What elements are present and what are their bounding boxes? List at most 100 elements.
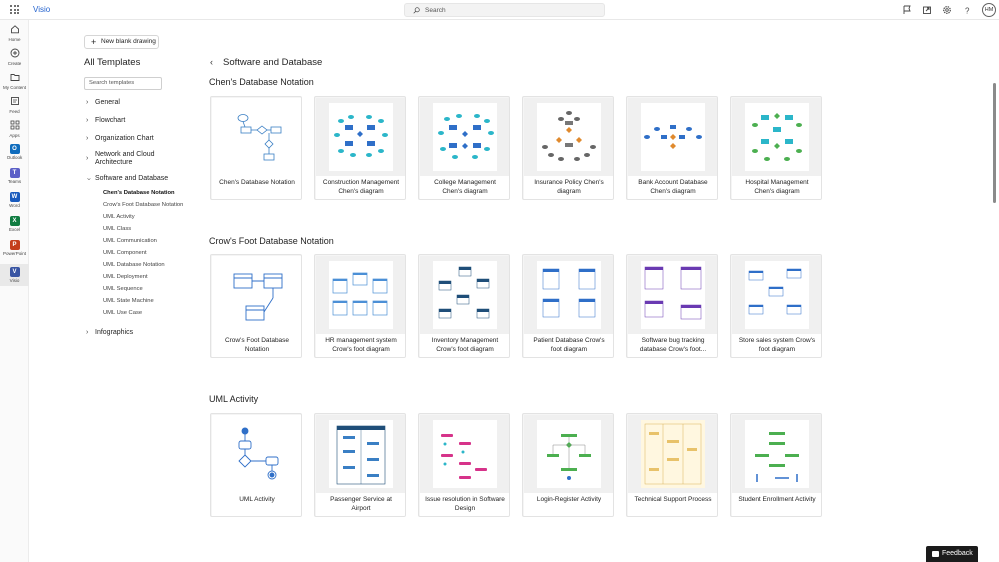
subcategory-chens[interactable]: Chen's Database Notation xyxy=(103,190,175,196)
template-card[interactable]: Construction Management Chen's diagram xyxy=(314,96,406,200)
template-card[interactable]: Hospital Management Chen's diagram xyxy=(730,96,822,200)
section-title: Chen's Database Notation xyxy=(209,77,314,87)
rail-powerpoint[interactable]: P PowerPoint xyxy=(0,240,29,256)
template-thumbnail xyxy=(316,98,405,176)
rail-label: Create xyxy=(7,61,22,66)
subcategory-uml-sequence[interactable]: UML Sequence xyxy=(103,286,143,292)
subcategory-uml-state-machine[interactable]: UML State Machine xyxy=(103,298,154,304)
rail-my-content[interactable]: My Content xyxy=(0,72,29,90)
template-label: Hospital Management Chen's diagram xyxy=(732,176,821,199)
category-label: Infographics xyxy=(95,329,134,336)
search-templates-input[interactable]: Search templates xyxy=(84,77,162,90)
template-label-line1: Passenger Service at xyxy=(330,496,392,503)
bug-tracking-crows-foot-diagram xyxy=(644,266,702,320)
subcategory-uml-activity[interactable]: UML Activity xyxy=(103,214,135,220)
rail-apps[interactable]: Apps xyxy=(0,120,29,138)
rail-visio[interactable]: V Visio xyxy=(0,264,29,286)
feedback-icon xyxy=(932,551,939,557)
powerpoint-icon: P xyxy=(9,240,20,250)
template-label: Software bug tracking database Crow's foo… xyxy=(628,334,717,357)
section-title: UML Activity xyxy=(209,394,259,404)
college-chen-diagram xyxy=(438,114,494,159)
rail-label: Excel xyxy=(8,227,20,232)
template-label-line1: Insurance Policy Chen's xyxy=(534,179,604,186)
template-label-line1: Login-Register Activity xyxy=(536,496,602,503)
template-label-line1: Hospital Management xyxy=(745,179,809,186)
template-card[interactable]: Technical Support Process xyxy=(626,413,718,517)
rail-label: Home xyxy=(8,37,21,42)
rail-teams[interactable]: T Teams xyxy=(0,168,29,184)
plus-icon: + xyxy=(91,37,97,47)
template-card[interactable]: UML Activity xyxy=(210,413,302,517)
search-icon xyxy=(413,7,420,14)
template-label-line1: Technical Support Process xyxy=(634,496,712,503)
rail-create[interactable]: Create xyxy=(0,48,29,66)
rail-feed[interactable]: Feed xyxy=(0,96,29,114)
scrollbar-thumb[interactable] xyxy=(993,83,996,203)
template-card[interactable]: Login-Register Activity xyxy=(522,413,614,517)
rail-excel[interactable]: X Excel xyxy=(0,216,29,232)
template-label-line1: Issue resolution in Software xyxy=(425,496,505,503)
template-card[interactable]: Patient Database Crow's foot diagram xyxy=(522,254,614,358)
section-title: Crow's Foot Database Notation xyxy=(209,236,334,246)
template-card[interactable]: Inventory Management Crow's foot diagram xyxy=(418,254,510,358)
word-icon: W xyxy=(9,192,20,202)
uml-activity-diagram xyxy=(238,427,279,480)
app-name[interactable]: Visio xyxy=(33,5,50,14)
template-label-line1: UML Activity xyxy=(239,496,275,503)
app-launcher-icon[interactable] xyxy=(10,5,19,14)
rail-home[interactable]: Home xyxy=(0,24,29,42)
help-icon[interactable]: ? xyxy=(962,5,972,16)
template-label-line2: diagram xyxy=(557,187,581,195)
template-label-line2: Chen's diagram xyxy=(754,187,800,195)
template-card[interactable]: Insurance Policy Chen's diagram xyxy=(522,96,614,200)
template-card[interactable]: Bank Account Database Chen's diagram xyxy=(626,96,718,200)
subcategory-uml-database[interactable]: UML Database Notation xyxy=(103,262,165,268)
template-label: Crow's Foot Database Notation xyxy=(212,334,301,357)
template-card[interactable]: Crow's Foot Database Notation xyxy=(210,254,302,358)
rail-outlook[interactable]: O Outlook xyxy=(0,144,29,160)
subcategory-crows-foot[interactable]: Crow's Foot Database Notation xyxy=(103,202,183,208)
template-card[interactable]: Issue resolution in Software Design xyxy=(418,413,510,517)
template-card[interactable]: Passenger Service at Airport xyxy=(314,413,406,517)
template-card[interactable]: College Management Chen's diagram xyxy=(418,96,510,200)
template-label-line1: Student Enrollment Activity xyxy=(738,496,816,503)
feedback-button[interactable]: Feedback xyxy=(926,546,978,562)
page-title: Software and Database xyxy=(223,57,323,68)
top-bar: Visio Search ? HM xyxy=(0,0,999,20)
hr-crows-foot-diagram xyxy=(332,272,388,316)
subcategory-uml-deployment[interactable]: UML Deployment xyxy=(103,274,148,280)
subcategory-uml-use-case[interactable]: UML Use Case xyxy=(103,310,142,316)
template-label: Store sales system Crow's foot diagram xyxy=(732,334,821,357)
new-blank-drawing-button[interactable]: + New blank drawing xyxy=(84,35,159,49)
scrollbar[interactable] xyxy=(992,75,997,515)
subcategory-uml-communication[interactable]: UML Communication xyxy=(103,238,157,244)
template-label: Technical Support Process xyxy=(628,493,717,516)
category-label: Network and Cloud xyxy=(95,151,155,158)
folder-icon xyxy=(10,74,19,81)
share-icon[interactable] xyxy=(922,5,932,15)
rail-label: Word xyxy=(9,203,20,208)
rail-word[interactable]: W Word xyxy=(0,192,29,208)
category-label-line2: Architecture xyxy=(95,159,133,166)
template-card[interactable]: Software bug tracking database Crow's foo… xyxy=(626,254,718,358)
flag-icon[interactable] xyxy=(902,5,912,15)
rail-label: Visio xyxy=(9,278,20,283)
template-card[interactable]: HR management system Crow's foot diagram xyxy=(314,254,406,358)
avatar[interactable]: HM xyxy=(982,3,996,17)
search-box[interactable]: Search xyxy=(404,3,605,17)
back-chevron-icon[interactable]: ‹ xyxy=(210,57,213,67)
template-label: Student Enrollment Activity xyxy=(732,493,821,516)
template-card[interactable]: Chen's Database Notation xyxy=(210,96,302,200)
home-icon xyxy=(10,25,19,34)
template-card[interactable]: Store sales system Crow's foot diagram xyxy=(730,254,822,358)
subcategory-uml-component[interactable]: UML Component xyxy=(103,250,147,256)
template-card[interactable]: Student Enrollment Activity xyxy=(730,413,822,517)
crows-foot-diagram xyxy=(233,273,283,321)
hospital-chen-diagram xyxy=(752,113,802,161)
subcategory-uml-class[interactable]: UML Class xyxy=(103,226,131,232)
template-thumbnail xyxy=(732,98,821,176)
chevron-down-icon: › xyxy=(85,177,93,181)
login-register-diagram xyxy=(547,434,591,480)
settings-gear-icon[interactable] xyxy=(942,5,952,15)
